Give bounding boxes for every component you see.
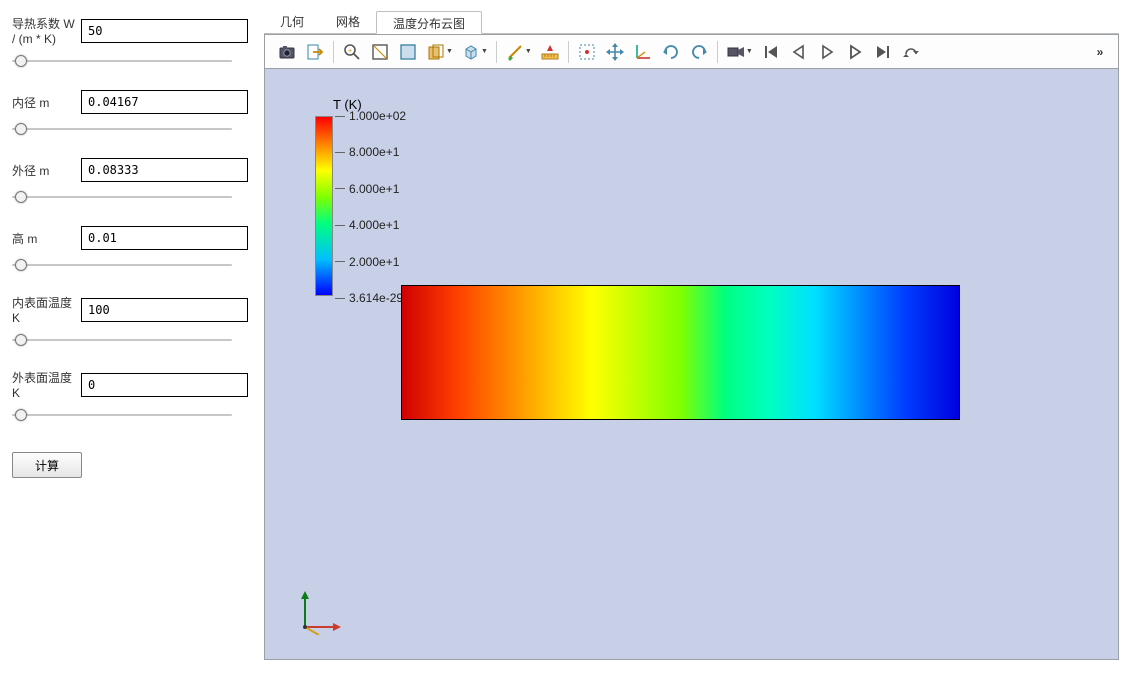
legend-tick: 2.000e+1 <box>335 255 399 269</box>
legend-tick: 6.000e+1 <box>335 182 399 196</box>
temperature-contour <box>401 285 960 420</box>
param-slider[interactable] <box>12 120 232 138</box>
param-slider[interactable] <box>12 52 232 70</box>
param-input[interactable] <box>81 90 248 114</box>
chevron-down-icon[interactable]: ▼ <box>525 48 532 55</box>
zoom-box-icon[interactable] <box>394 38 422 66</box>
toolbar-separator <box>717 41 718 63</box>
legend-tick-label: 8.000e+1 <box>349 145 399 159</box>
rotate-cw-icon[interactable] <box>657 38 685 66</box>
viewer-canvas[interactable]: T (K) 1.000e+028.000e+16.000e+14.000e+12… <box>265 69 1118 659</box>
param-input[interactable] <box>81 298 248 322</box>
param-label: 内径 m <box>12 94 81 111</box>
param-slider[interactable] <box>12 188 232 206</box>
param-input[interactable] <box>81 226 248 250</box>
chevron-down-icon[interactable]: ▼ <box>481 48 488 55</box>
param-input[interactable] <box>81 373 248 397</box>
export-icon[interactable] <box>301 38 329 66</box>
param-input[interactable] <box>81 19 248 43</box>
chevron-down-icon[interactable]: ▼ <box>446 48 453 55</box>
param-label: 外径 m <box>12 162 81 179</box>
legend-tick-label: 4.000e+1 <box>349 218 399 232</box>
step-next-icon[interactable] <box>841 38 869 66</box>
loop-icon[interactable] <box>897 38 925 66</box>
toolbar-overflow[interactable]: » <box>1090 45 1110 59</box>
toolbar-separator <box>333 41 334 63</box>
chevron-down-icon[interactable]: ▼ <box>746 48 753 55</box>
param-label: 内表面温度 K <box>12 294 81 325</box>
ruler-icon[interactable] <box>536 38 564 66</box>
param-input[interactable] <box>81 158 248 182</box>
skip-first-icon[interactable] <box>757 38 785 66</box>
calculate-button[interactable]: 计算 <box>12 452 82 478</box>
step-prev-icon[interactable] <box>785 38 813 66</box>
viewer-toolbar: + ▼ ▼ ▼ ▼ » <box>265 35 1118 69</box>
rotate-ccw-icon[interactable] <box>685 38 713 66</box>
legend-tick: 8.000e+1 <box>335 145 399 159</box>
orientation-triad <box>297 589 343 635</box>
select-icon[interactable] <box>573 38 601 66</box>
color-legend: T (K) 1.000e+028.000e+16.000e+14.000e+12… <box>315 97 362 298</box>
camera-icon[interactable] <box>273 38 301 66</box>
param-slider[interactable] <box>12 256 232 274</box>
param-slider[interactable] <box>12 406 232 424</box>
skip-last-icon[interactable] <box>869 38 897 66</box>
tab-1[interactable]: 网格 <box>320 10 376 33</box>
param-slider[interactable] <box>12 331 232 349</box>
viewer-frame: + ▼ ▼ ▼ ▼ » T (K) 1.000e+028.000e+16.000e+14.… <box>264 34 1119 660</box>
legend-tick-label: 2.000e+1 <box>349 255 399 269</box>
legend-colorbar <box>315 116 333 296</box>
play-icon[interactable] <box>813 38 841 66</box>
zoom-all-icon[interactable]: + <box>338 38 366 66</box>
move-icon[interactable] <box>601 38 629 66</box>
legend-tick: 3.614e-29 <box>335 291 403 305</box>
unit-box-icon[interactable] <box>366 38 394 66</box>
tab-2[interactable]: 温度分布云图 <box>376 11 482 34</box>
legend-tick-label: 6.000e+1 <box>349 182 399 196</box>
param-label: 高 m <box>12 230 81 247</box>
legend-tick-label: 1.000e+02 <box>349 109 406 123</box>
toolbar-separator <box>568 41 569 63</box>
legend-tick-label: 3.614e-29 <box>349 291 403 305</box>
toolbar-separator <box>496 41 497 63</box>
parameters-panel: 导热系数 W / (m * K) 内径 m 外径 m 高 m 内表面温度 K 外表面温度 … <box>0 0 260 674</box>
right-panel: 几何网格温度分布云图 + ▼ ▼ ▼ ▼ » T (K) 1.000e+028.000e+… <box>260 0 1133 674</box>
param-label: 外表面温度 K <box>12 369 81 400</box>
svg-text:+: + <box>348 48 352 55</box>
tab-bar: 几何网格温度分布云图 <box>264 10 1119 34</box>
param-label: 导热系数 W / (m * K) <box>12 15 81 46</box>
tab-0[interactable]: 几何 <box>264 10 320 33</box>
legend-tick: 4.000e+1 <box>335 218 399 232</box>
axes-icon[interactable] <box>629 38 657 66</box>
legend-tick: 1.000e+02 <box>335 109 406 123</box>
